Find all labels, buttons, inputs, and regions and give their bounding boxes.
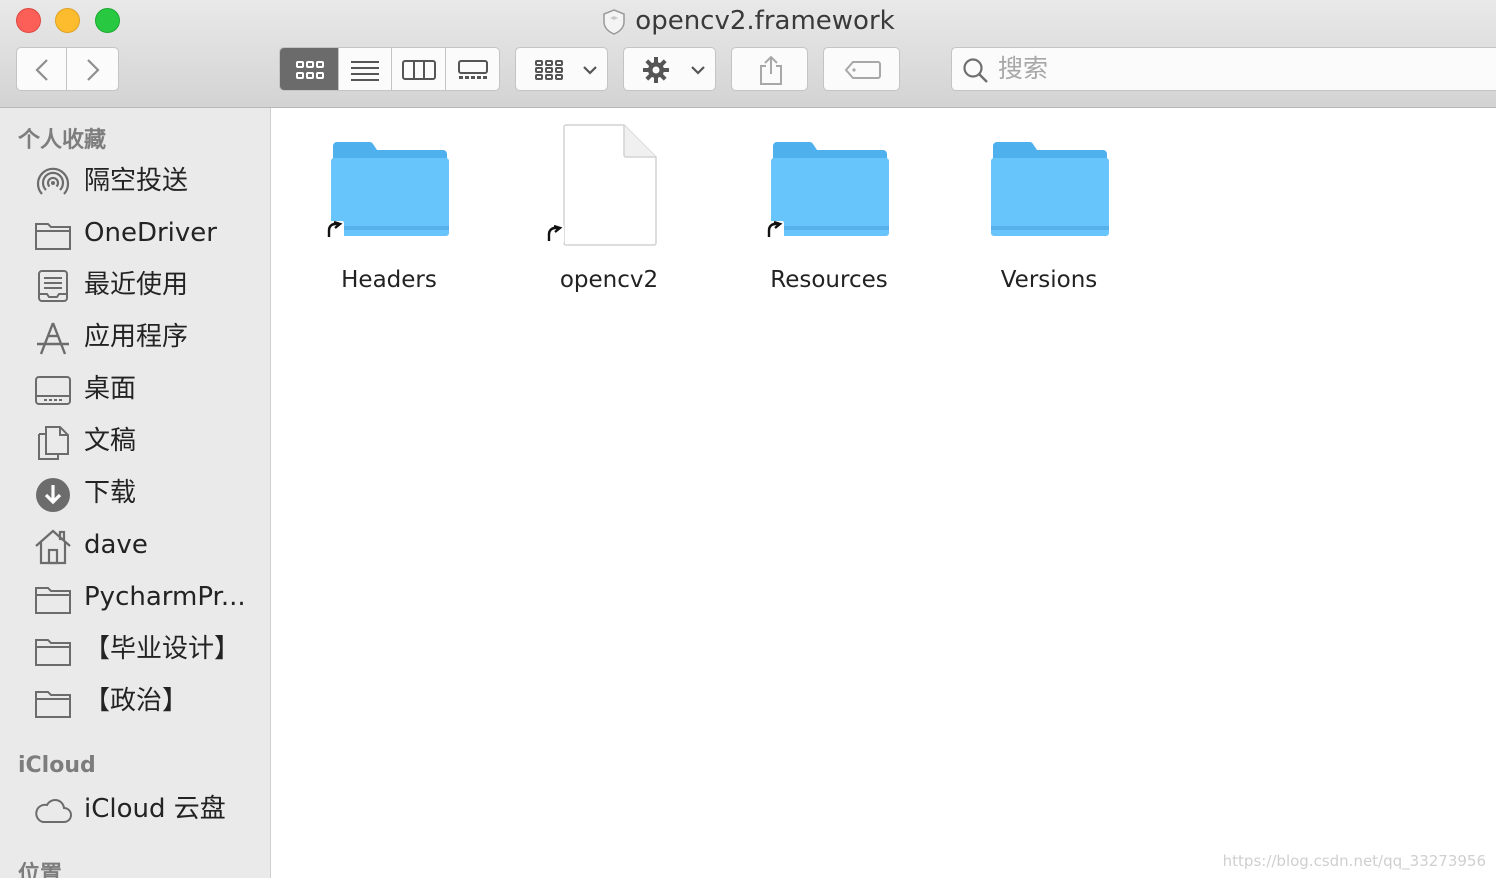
folder-icon [991, 141, 1109, 236]
forward-button[interactable] [66, 47, 119, 91]
home-icon [35, 529, 71, 565]
sidebar-item-label: dave [84, 530, 148, 560]
sidebar-item-label: 隔空投送 [84, 166, 189, 196]
folder-icon [35, 223, 71, 250]
sidebar-item-politics[interactable]: 【政治】 [34, 680, 268, 724]
sidebar-item-recents[interactable]: 最近使用 [34, 264, 268, 308]
columns-icon [402, 60, 436, 80]
search-icon [963, 58, 988, 83]
chevron-down-icon [583, 66, 597, 75]
gear-icon [643, 57, 669, 83]
chevron-left-icon [35, 59, 48, 81]
sidebar: 个人收藏 隔空投送 OneDriver 最近使用 应用程序 桌面 文稿 下载 d… [0, 108, 271, 878]
sidebar-item-graduation-project[interactable]: 【毕业设计】 [34, 628, 268, 672]
document-icon [563, 124, 657, 246]
sidebar-item-downloads[interactable]: 下载 [34, 472, 268, 516]
folder-icon [771, 141, 889, 236]
tags-button[interactable] [823, 47, 900, 91]
window-title-text: opencv2.framework [635, 6, 895, 36]
file-name: Versions [1000, 267, 1098, 293]
sidebar-item-label: 【政治】 [84, 686, 189, 716]
back-button[interactable] [16, 47, 67, 91]
file-item-headers[interactable]: Headers [289, 123, 489, 303]
titlebar: opencv2.framework 搜索 [0, 0, 1496, 108]
column-view-button[interactable] [392, 48, 446, 90]
file-name: opencv2 [559, 267, 659, 293]
group-grid-icon [535, 60, 563, 80]
search-placeholder: 搜索 [998, 54, 1049, 83]
sidebar-item-pycharm[interactable]: PycharmPr... [34, 576, 268, 620]
gallery-view-button[interactable] [446, 48, 499, 90]
folder-icon [35, 639, 71, 666]
sidebar-item-label: 应用程序 [84, 322, 189, 352]
alias-arrow-icon [326, 220, 344, 239]
file-item-opencv2[interactable]: opencv2 [509, 123, 709, 303]
group-by-button[interactable] [515, 47, 608, 91]
file-name: Headers [341, 267, 437, 293]
sidebar-item-label: 文稿 [84, 426, 137, 456]
sidebar-item-airdrop[interactable]: 隔空投送 [34, 160, 268, 204]
file-item-resources[interactable]: Resources [729, 123, 929, 303]
sidebar-item-icloud-drive[interactable]: iCloud 云盘 [34, 788, 268, 832]
sidebar-item-label: OneDriver [84, 218, 217, 248]
view-mode-control [279, 47, 500, 91]
sidebar-section-locations: 位置 [18, 862, 63, 878]
file-item-versions[interactable]: Versions [949, 123, 1149, 303]
finder-window: opencv2.framework 搜索 个人收藏 隔空投送 OneDriver… [0, 0, 1496, 878]
icon-view-button[interactable] [280, 48, 339, 90]
sidebar-section-icloud: iCloud [18, 753, 96, 778]
sidebar-item-label: iCloud 云盘 [84, 794, 226, 824]
file-name: Resources [770, 267, 888, 293]
sidebar-item-documents[interactable]: 文稿 [34, 420, 268, 464]
chevron-right-icon [87, 59, 100, 81]
folder-icon [331, 141, 449, 236]
icon-grid-icon [296, 61, 324, 79]
action-menu-button[interactable] [623, 47, 716, 91]
alias-arrow-icon [546, 224, 564, 243]
file-browser-area: Headers opencv2 Resources Versions [271, 108, 1496, 878]
sidebar-item-home[interactable]: dave [34, 524, 268, 568]
list-icon [351, 61, 379, 81]
list-view-button[interactable] [339, 48, 392, 90]
gallery-icon [458, 60, 488, 79]
sidebar-item-label: 最近使用 [84, 270, 189, 300]
watermark: https://blog.csdn.net/qq_33273956 [1222, 852, 1486, 870]
sidebar-item-label: 【毕业设计】 [84, 634, 241, 664]
chevron-down-icon [691, 66, 705, 75]
sidebar-item-onedriver[interactable]: OneDriver [34, 212, 268, 256]
recents-icon [38, 270, 68, 302]
alias-arrow-icon [766, 220, 784, 239]
sidebar-item-label: 下载 [84, 478, 137, 508]
cloud-icon [35, 799, 72, 823]
airdrop-icon [36, 167, 70, 195]
downloads-icon [36, 478, 70, 512]
applications-icon [37, 322, 69, 355]
folder-icon [35, 691, 71, 718]
sidebar-item-desktop[interactable]: 桌面 [34, 368, 268, 412]
search-input[interactable]: 搜索 [951, 47, 1496, 91]
sidebar-item-label: 桌面 [84, 374, 137, 404]
sidebar-item-label: PycharmPr... [84, 582, 246, 612]
framework-bundle-icon [603, 8, 626, 35]
tag-icon [844, 61, 881, 79]
share-icon [760, 55, 782, 85]
share-button[interactable] [731, 47, 808, 91]
sidebar-section-favorites: 个人收藏 [18, 128, 107, 153]
sidebar-item-applications[interactable]: 应用程序 [34, 316, 268, 360]
documents-icon [38, 426, 69, 460]
desktop-icon [35, 376, 71, 405]
folder-icon [35, 587, 71, 614]
window-title: opencv2.framework [0, 4, 1496, 38]
